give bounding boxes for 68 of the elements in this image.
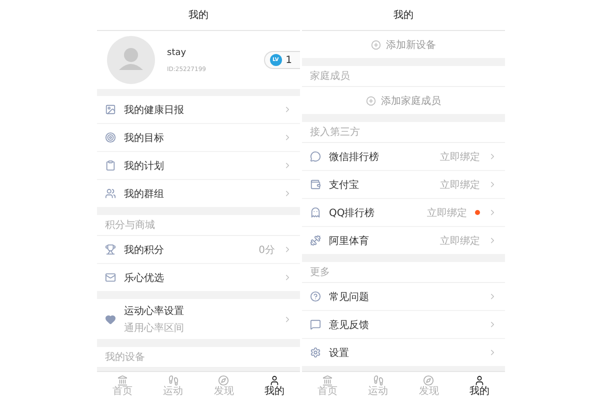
chevron-icon <box>283 245 292 254</box>
chevron-icon <box>283 105 292 114</box>
envelope-icon <box>105 272 116 283</box>
menu-item[interactable]: 我的计划 <box>97 152 300 180</box>
trophy-icon <box>105 244 116 255</box>
people-icon <box>105 188 116 199</box>
menu-item[interactable]: 设置 <box>302 339 505 367</box>
chevron-icon <box>283 314 292 324</box>
menu-item[interactable]: 我的目标 <box>97 124 300 152</box>
chevron-icon <box>488 292 497 301</box>
tab[interactable]: 我的 <box>454 372 505 400</box>
menu-item[interactable]: 我的群组 <box>97 180 300 208</box>
item-value: 立即绑定 <box>440 234 480 248</box>
home-icon <box>116 375 128 386</box>
chevron-icon <box>283 273 292 282</box>
section-label: 更多 <box>302 262 505 283</box>
add-icon <box>371 40 381 50</box>
chevron-icon <box>488 152 497 161</box>
picture-frame-icon <box>105 104 116 115</box>
shoe-icon <box>168 375 179 386</box>
menu-item[interactable]: 我的积分 0分 <box>97 236 300 264</box>
menu-item[interactable]: QQ排行榜 立即绑定 <box>302 199 505 227</box>
compass-icon <box>218 375 230 386</box>
menu-item[interactable]: 微信排行榜 立即绑定 <box>302 143 505 171</box>
chevron-icon <box>488 180 497 189</box>
compass-icon <box>423 375 434 386</box>
person-icon <box>474 375 486 386</box>
section-label: 家庭成员 <box>302 66 505 87</box>
chevron-icon <box>488 208 497 217</box>
item-value: 立即绑定 <box>427 206 467 220</box>
clipboard-icon <box>105 160 116 171</box>
wallet-icon <box>310 179 321 190</box>
heart-icon <box>105 314 116 324</box>
section-label: 积分与商城 <box>97 215 300 236</box>
section-label: 接入第三方 <box>302 122 505 143</box>
menu-item[interactable]: 运动心率设置 通用心率区间 <box>97 299 300 340</box>
person-icon <box>269 375 280 386</box>
chevron-icon <box>488 236 497 245</box>
help-icon <box>310 291 321 302</box>
menu-item[interactable]: 常见问题 <box>302 283 505 311</box>
chat-bubble-icon <box>310 151 321 162</box>
avatar-icon[interactable] <box>107 36 155 84</box>
menu-item[interactable]: 我的健康日报 <box>97 96 300 124</box>
target-icon <box>105 132 116 143</box>
dumbbell-icon <box>310 235 321 246</box>
menu-item[interactable]: 阿里体育 立即绑定 <box>302 227 505 255</box>
menu-item[interactable]: 乐心优选 <box>97 264 300 292</box>
shoe-icon <box>372 375 384 386</box>
item-value: 0分 <box>258 244 275 256</box>
section-label: 我的设备 <box>97 347 300 368</box>
menu-item[interactable]: 意见反馈 <box>302 311 505 339</box>
chevron-icon <box>283 161 292 170</box>
item-subtitle: 通用心率区间 <box>124 322 185 334</box>
tab[interactable]: 我的 <box>249 372 300 400</box>
chevron-icon <box>283 189 292 198</box>
item-value: 立即绑定 <box>440 178 480 192</box>
add-icon <box>366 96 376 106</box>
chevron-icon <box>488 348 497 357</box>
screen-title: 我的 <box>302 0 505 31</box>
settings-icon <box>310 347 321 358</box>
chevron-icon <box>488 320 497 329</box>
home-icon <box>322 375 333 386</box>
menu-item[interactable]: 支付宝 立即绑定 <box>302 171 505 199</box>
screen-title: 我的 <box>97 0 300 31</box>
chevron-icon <box>283 133 292 142</box>
user-name: stay <box>167 48 188 58</box>
message-icon <box>310 319 321 330</box>
item-value: 立即绑定 <box>440 150 480 164</box>
